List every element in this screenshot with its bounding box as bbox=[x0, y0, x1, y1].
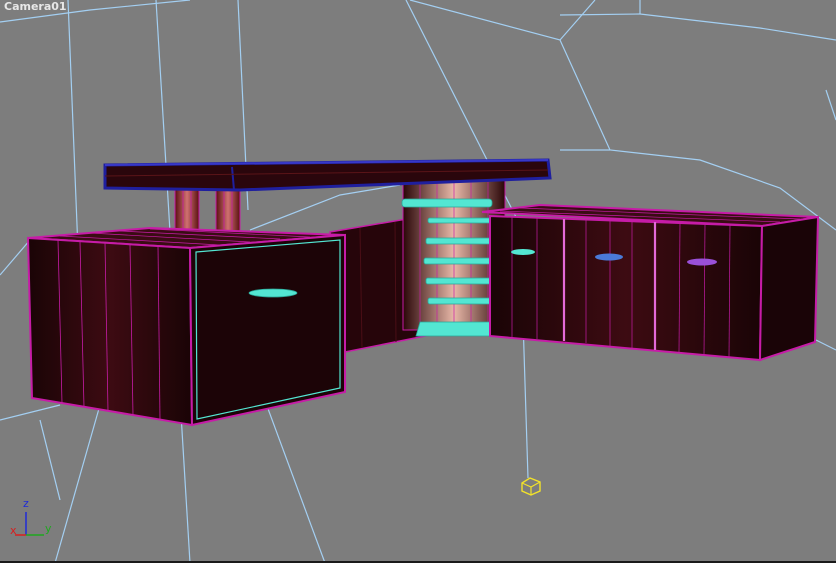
left-cabinet bbox=[26, 226, 346, 427]
right-cabinet bbox=[481, 203, 820, 362]
axis-gizmo bbox=[15, 512, 44, 536]
axis-z-label: z bbox=[23, 497, 29, 510]
axis-x-label: x bbox=[10, 524, 17, 537]
camera-viewport[interactable]: Camera01 z x y bbox=[0, 0, 836, 563]
axis-y-label: y bbox=[45, 522, 52, 535]
scene-render bbox=[0, 0, 836, 563]
viewport-label[interactable]: Camera01 bbox=[4, 0, 67, 13]
shelf-support-legs bbox=[174, 187, 241, 235]
camera-target-icon[interactable] bbox=[521, 477, 541, 496]
